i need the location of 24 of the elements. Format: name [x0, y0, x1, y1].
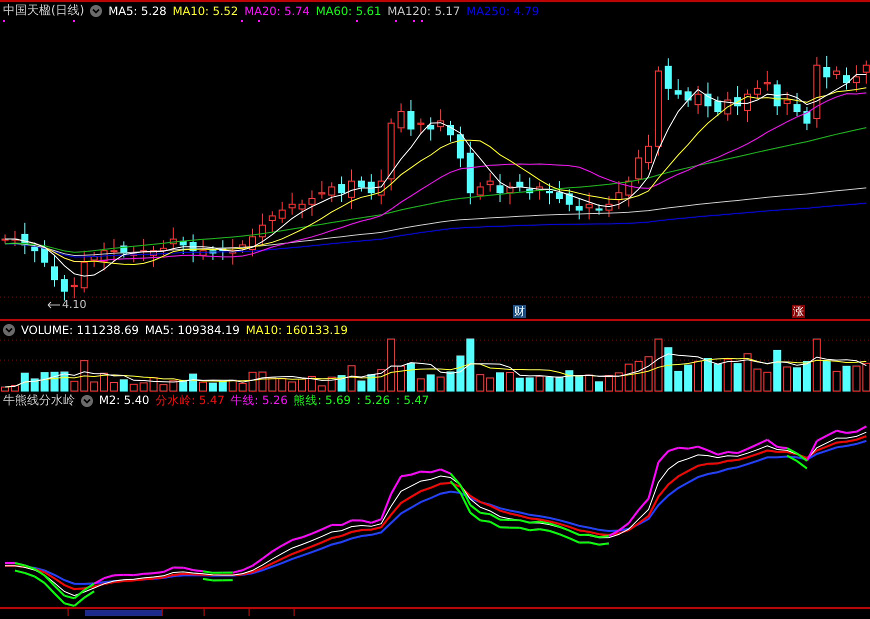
- indicator-value: MA60: 5.61: [316, 4, 382, 18]
- indicator-value: MA5: 109384.19: [144, 322, 240, 336]
- panel-title: 牛熊线分水岭: [3, 392, 75, 409]
- indicator-value: VOLUME: 111238.69: [21, 322, 139, 336]
- event-badge[interactable]: 财: [513, 305, 526, 318]
- event-badge[interactable]: 涨: [792, 305, 805, 318]
- chevron-down-icon[interactable]: [81, 394, 93, 406]
- indicator-value: : 5.47: [396, 393, 430, 408]
- indicator-value: M2: 5.40: [99, 393, 150, 408]
- indicator-value: 牛线: 5.26: [230, 393, 288, 408]
- panel-title: 中国天楹(日线): [3, 2, 84, 19]
- indicator-value: MA120: 5.17: [387, 4, 460, 18]
- low-price-label: 4.10: [62, 298, 86, 311]
- indicator-value: MA5: 5.28: [108, 4, 167, 18]
- indicator-value: MA10: 160133.19: [246, 322, 348, 336]
- chevron-down-icon[interactable]: [90, 4, 102, 16]
- indicator-value: MA10: 5.52: [172, 4, 238, 18]
- indicator-value: 熊线: 5.69: [294, 393, 351, 408]
- indicator-value: 分水岭: 5.47: [155, 393, 225, 408]
- leader-arrow-icon: [47, 300, 61, 308]
- indicator-value: MA250: 4.79: [466, 4, 540, 18]
- indicator-value: : 5.26: [356, 393, 390, 408]
- indicator-value: MA20: 5.74: [244, 4, 310, 18]
- chevron-down-icon[interactable]: [3, 324, 15, 336]
